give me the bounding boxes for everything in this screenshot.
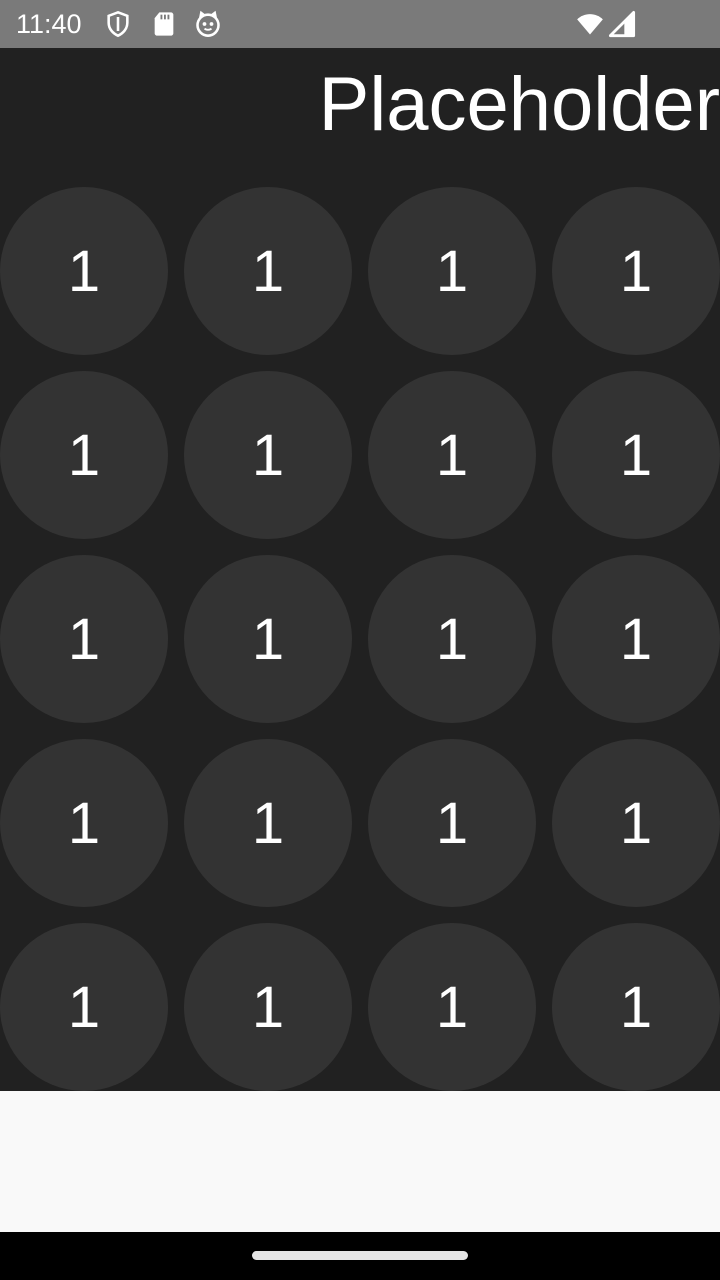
status-bar: 11:40 [0,0,720,48]
key-button[interactable]: 1 [552,923,720,1091]
key-button[interactable]: 1 [184,371,352,539]
key-button[interactable]: 1 [0,739,168,907]
key-button[interactable]: 1 [184,923,352,1091]
key-button[interactable]: 1 [368,187,536,355]
key-button[interactable]: 1 [552,187,720,355]
key-button[interactable]: 1 [184,739,352,907]
bottom-panel [0,1091,720,1232]
key-button[interactable]: 1 [184,187,352,355]
signal-icon [608,10,636,38]
calculator-app: Placeholder 1 1 1 1 1 1 1 1 1 1 1 1 1 1 … [0,48,720,1091]
key-button[interactable]: 1 [552,371,720,539]
key-button[interactable]: 1 [552,555,720,723]
shield-icon [104,10,132,38]
key-button[interactable]: 1 [368,371,536,539]
key-button[interactable]: 1 [0,371,168,539]
display-text: Placeholder [318,62,720,147]
key-button[interactable]: 1 [0,187,168,355]
sd-card-icon [150,10,178,38]
key-button[interactable]: 1 [184,555,352,723]
status-time: 11:40 [16,9,82,39]
home-gesture-handle[interactable] [252,1251,468,1260]
navigation-bar [0,1232,720,1280]
key-button[interactable]: 1 [0,555,168,723]
key-button[interactable]: 1 [368,555,536,723]
key-button[interactable]: 1 [0,923,168,1091]
key-button[interactable]: 1 [368,739,536,907]
key-button[interactable]: 1 [552,739,720,907]
key-button[interactable]: 1 [368,923,536,1091]
cat-icon [194,10,222,38]
wifi-icon [576,10,604,38]
